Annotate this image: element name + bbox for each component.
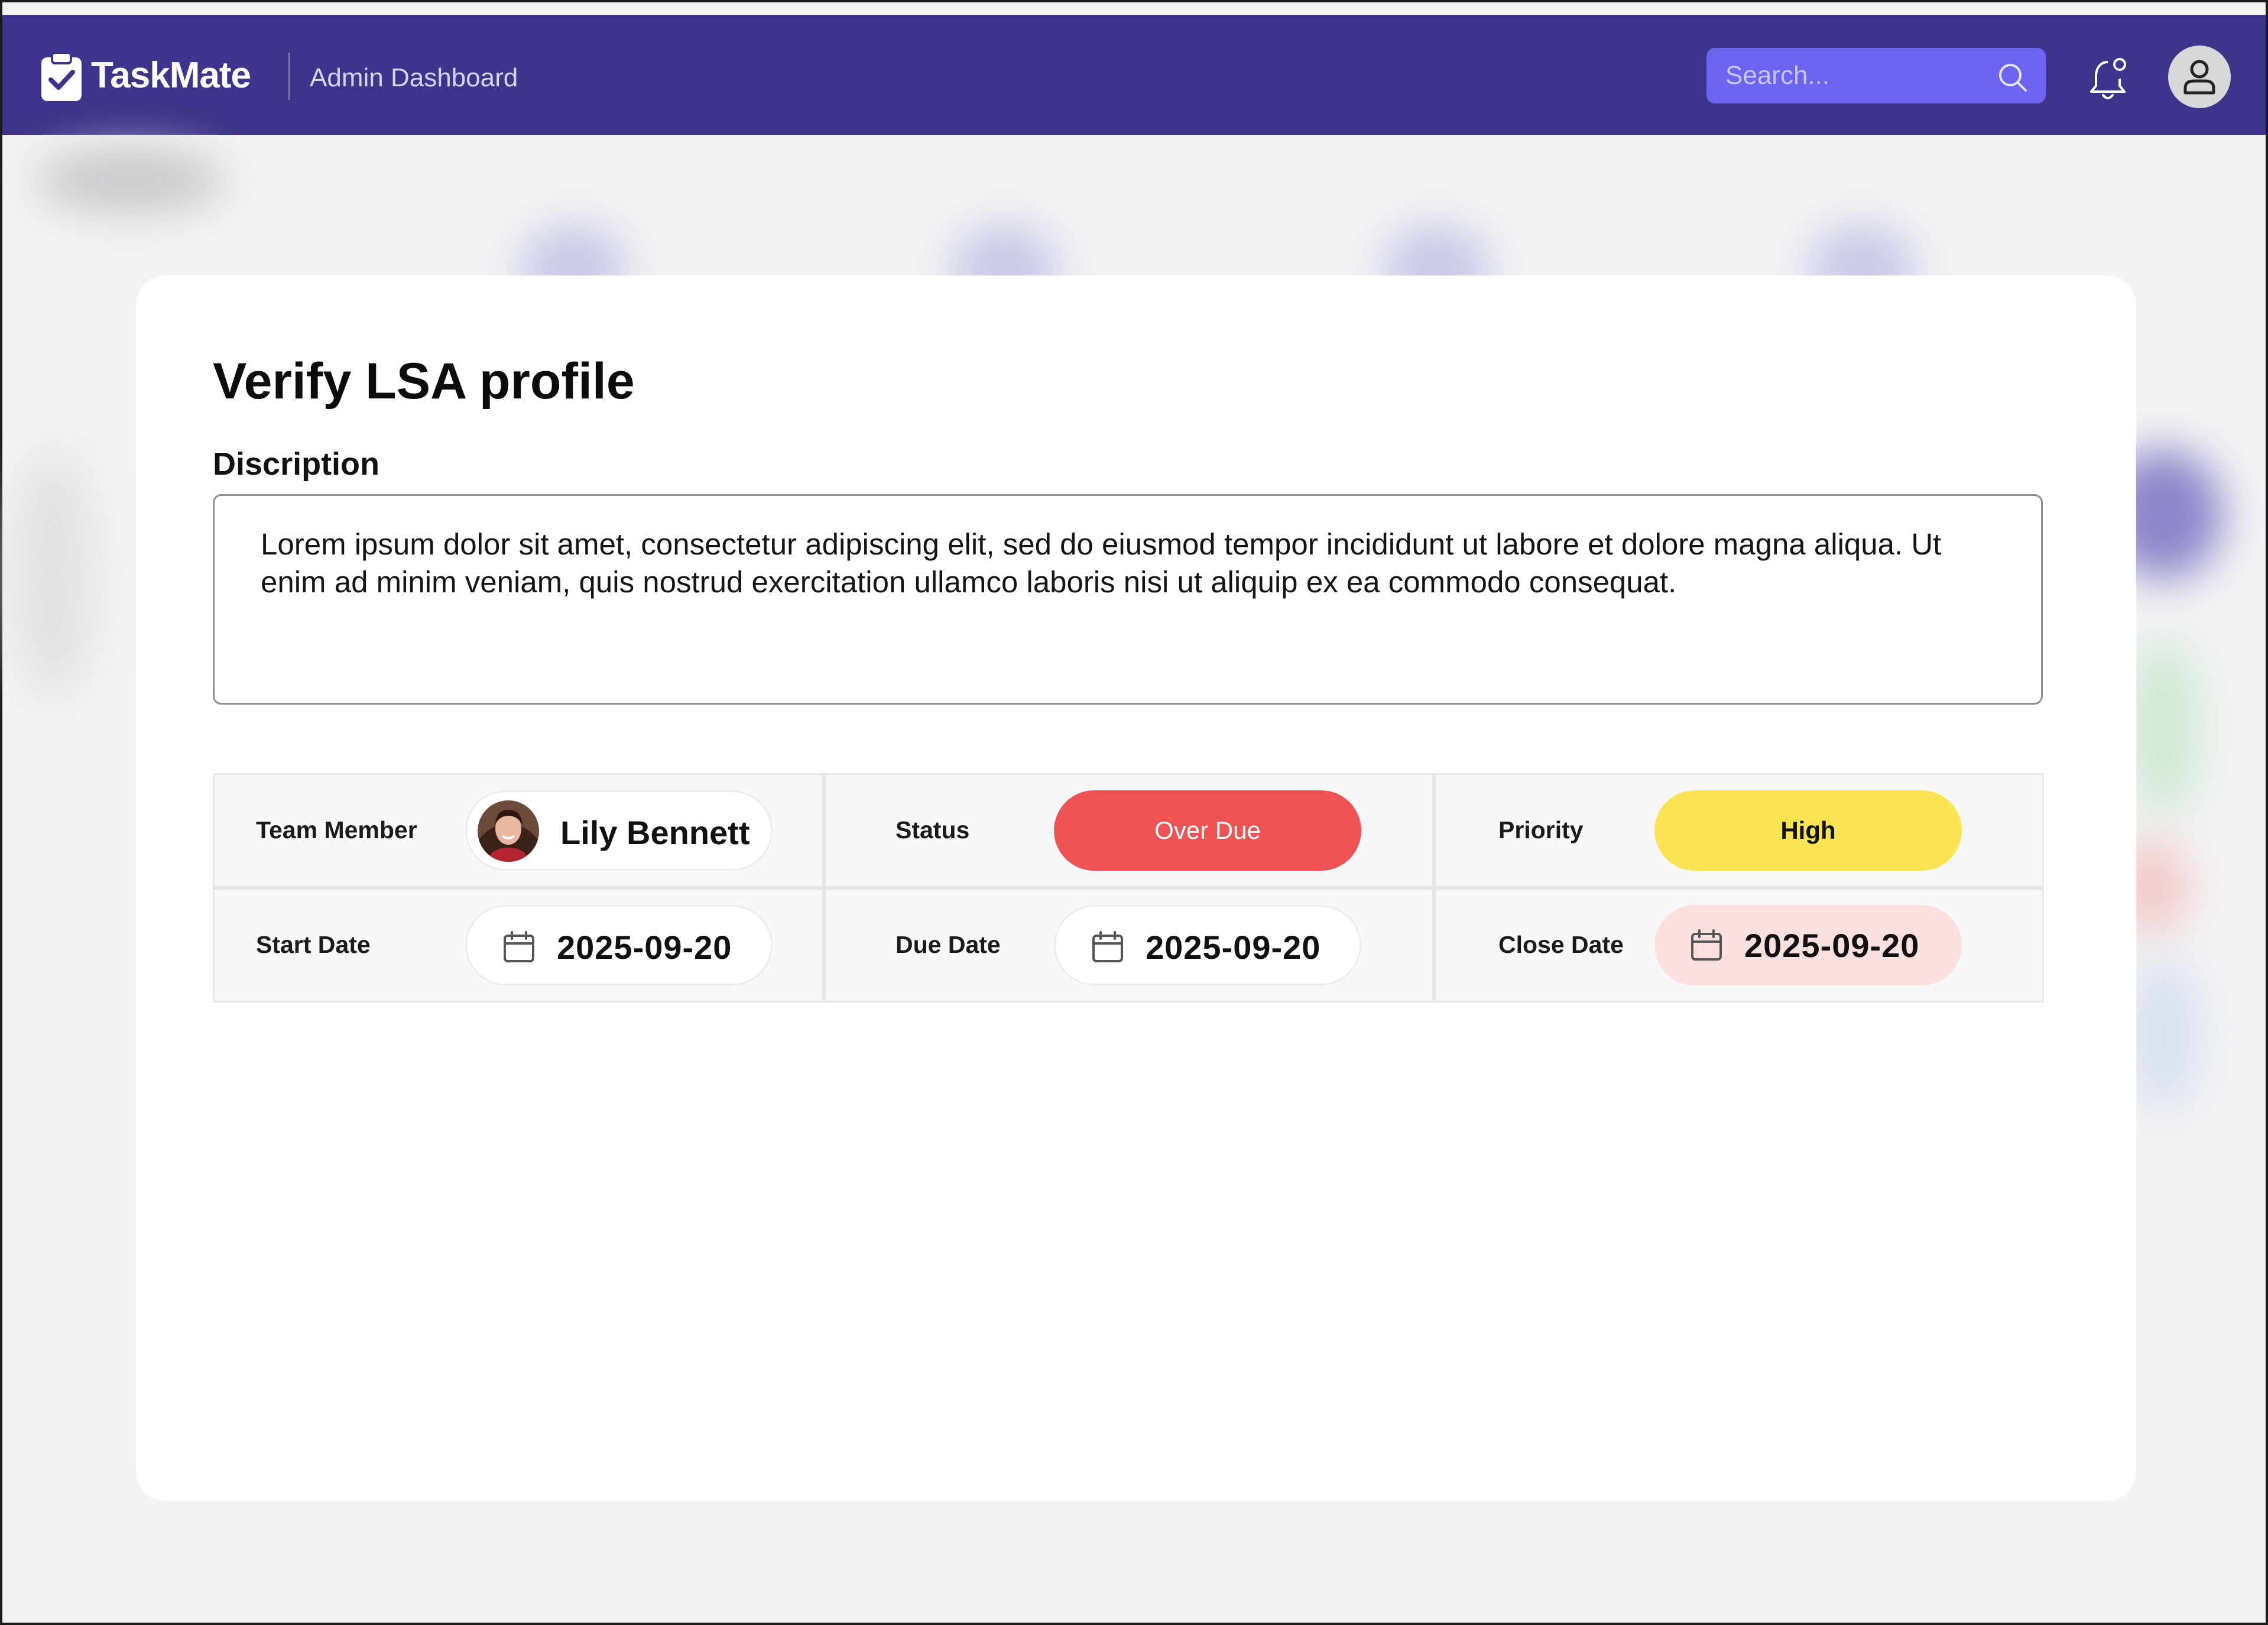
close-date-label: Close Date [1498, 931, 1624, 958]
start-date-picker[interactable]: 2025-09-20 [465, 905, 773, 985]
header-divider [288, 53, 290, 100]
task-title: Verify LSA profile [213, 353, 635, 410]
description-text: Lorem ipsum dolor sit amet, consectetur … [261, 527, 1942, 599]
status-label: Status [895, 816, 970, 844]
team-member-name: Lily Bennett [560, 814, 750, 851]
status-badge[interactable]: Over Due [1054, 790, 1361, 871]
status-value: Over Due [1154, 816, 1261, 844]
close-date-value: 2025-09-20 [1744, 927, 1920, 964]
search-bar [1706, 48, 2046, 103]
priority-value: High [1780, 816, 1836, 844]
header-section-title: Admin Dashboard [310, 63, 518, 92]
app-logo-text[interactable]: TaskMate [91, 54, 251, 96]
profile-avatar-button[interactable] [2168, 46, 2231, 108]
team-member-label: Team Member [256, 816, 417, 844]
description-label: Discription [213, 446, 380, 482]
background-blur [12, 449, 95, 698]
user-icon [2183, 60, 2215, 95]
calendar-icon [1690, 929, 1723, 965]
search-input[interactable] [1706, 48, 1990, 103]
team-member-chip[interactable]: Lily Bennett [465, 790, 773, 871]
team-member-avatar [478, 800, 539, 862]
background-blur [35, 148, 225, 213]
start-date-value: 2025-09-20 [557, 929, 732, 966]
app-header: TaskMate Admin Dashboard [2, 15, 2266, 135]
grid-divider [215, 886, 2042, 890]
background-blur [2128, 638, 2199, 816]
calendar-icon [1091, 930, 1124, 966]
priority-label: Priority [1498, 816, 1584, 844]
background-blur [2128, 958, 2199, 1111]
task-details-grid: Team Member Lily Bennett Status Over Due… [213, 773, 2044, 1003]
due-date-picker[interactable]: 2025-09-20 [1054, 905, 1361, 985]
clipboard-check-icon [40, 51, 83, 105]
close-date-picker[interactable]: 2025-09-20 [1654, 905, 1962, 985]
due-date-label: Due Date [895, 931, 1001, 958]
description-box[interactable]: Lorem ipsum dolor sit amet, consectetur … [213, 494, 2043, 705]
task-detail-card: Verify LSA profile Discription Lorem ips… [136, 275, 2136, 1501]
calendar-icon [502, 930, 536, 966]
search-icon[interactable] [1996, 61, 2029, 97]
due-date-value: 2025-09-20 [1146, 929, 1321, 966]
priority-badge[interactable]: High [1654, 790, 1962, 871]
start-date-label: Start Date [256, 931, 371, 958]
bell-icon[interactable] [2087, 55, 2131, 105]
